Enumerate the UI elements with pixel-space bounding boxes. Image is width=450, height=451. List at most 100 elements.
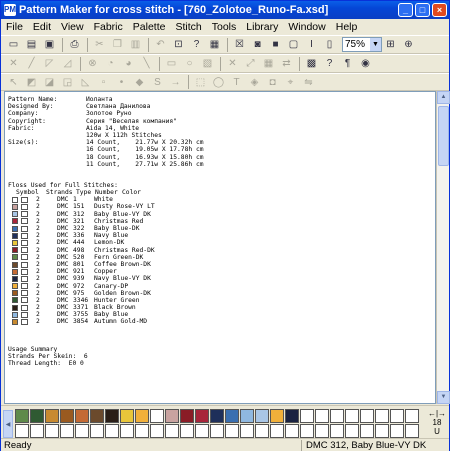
palette-swatch[interactable] — [105, 409, 119, 423]
palette-swatch[interactable] — [90, 409, 104, 423]
palette-swatch[interactable] — [75, 409, 89, 423]
maximize-button[interactable]: □ — [415, 3, 430, 17]
palette-swatch[interactable] — [150, 409, 164, 423]
show-colors-icon[interactable]: ■ — [267, 37, 284, 52]
line-box-icon[interactable]: ◩ — [23, 75, 40, 90]
menu-stitch[interactable]: Stitch — [170, 21, 206, 33]
cross-stitch-icon[interactable]: ✕ — [5, 56, 22, 71]
palette-swatch[interactable] — [225, 424, 239, 438]
backstitch-icon[interactable]: ╲ — [138, 56, 155, 71]
dot-icon[interactable]: • — [113, 75, 130, 90]
zoom-select[interactable]: 75% ▼ — [342, 37, 382, 52]
flip-icon[interactable]: ⇋ — [300, 75, 317, 90]
undo-icon[interactable]: ↶ — [152, 37, 169, 52]
palette-swatch[interactable] — [15, 409, 29, 423]
palette-swatch[interactable] — [360, 424, 374, 438]
menu-file[interactable]: File — [1, 21, 28, 33]
palette-swatch[interactable] — [390, 409, 404, 423]
save-icon[interactable]: ▣ — [41, 37, 58, 52]
color-picker-icon[interactable]: ◉ — [357, 56, 374, 71]
palette-swatch[interactable] — [255, 424, 269, 438]
palette-swatch[interactable] — [210, 409, 224, 423]
palette-swatch[interactable] — [390, 424, 404, 438]
menu-tools[interactable]: Tools — [207, 21, 242, 33]
half-stitch-icon[interactable]: ╱ — [23, 56, 40, 71]
menu-palette[interactable]: Palette — [128, 21, 171, 33]
palette-swatch[interactable] — [330, 409, 344, 423]
menu-library[interactable]: Library — [241, 21, 283, 33]
palette-swatch[interactable] — [90, 424, 104, 438]
palette-swatch[interactable] — [150, 424, 164, 438]
palette-swatch[interactable] — [285, 409, 299, 423]
text-cursor-icon[interactable]: I — [303, 37, 320, 52]
palette-swatch[interactable] — [120, 409, 134, 423]
palette-swatch[interactable] — [30, 424, 44, 438]
palette-swatch[interactable] — [330, 424, 344, 438]
fill-icon[interactable]: ▧ — [199, 56, 216, 71]
palette-swatch[interactable] — [195, 424, 209, 438]
floss-help-icon[interactable]: ? — [321, 56, 338, 71]
menu-edit[interactable]: Edit — [28, 21, 56, 33]
long-stitch-icon[interactable]: ⤢ — [242, 56, 259, 71]
palette-swatch[interactable] — [360, 409, 374, 423]
palette-swatch[interactable] — [60, 409, 74, 423]
new-file-icon[interactable]: ▭ — [5, 37, 22, 52]
corner-icon[interactable]: ◲ — [59, 75, 76, 90]
palette-swatch[interactable] — [180, 424, 194, 438]
scroll-thumb[interactable] — [438, 106, 449, 166]
palette-swatch[interactable] — [210, 424, 224, 438]
palette-icon[interactable]: ▦ — [206, 37, 223, 52]
palette-color-icon[interactable]: ▩ — [303, 56, 320, 71]
palette-swatch[interactable] — [375, 409, 389, 423]
palette-swatch[interactable] — [60, 424, 74, 438]
arrow-icon[interactable]: → — [167, 75, 184, 90]
selection-rect-icon[interactable]: ⬚ — [192, 75, 209, 90]
menu-fabric[interactable]: Fabric — [89, 21, 128, 33]
palette-swatch[interactable] — [165, 424, 179, 438]
palette-swatch[interactable] — [405, 409, 419, 423]
curve-icon[interactable]: S — [149, 75, 166, 90]
report-document[interactable]: Pattern Name: Иоланта Designed By: Светлана… — [4, 91, 436, 404]
palette-swatch[interactable] — [135, 409, 149, 423]
palette-swatch[interactable] — [15, 424, 29, 438]
palette-swatch[interactable] — [135, 424, 149, 438]
palette-swatch[interactable] — [225, 409, 239, 423]
document-view-icon[interactable]: ▯ — [321, 37, 338, 52]
title-bar[interactable]: PM Pattern Maker for cross stitch - [760… — [1, 1, 449, 19]
palette-swatch[interactable] — [315, 409, 329, 423]
symbol-icon[interactable]: ¶ — [339, 56, 356, 71]
palette-swatch[interactable] — [255, 409, 269, 423]
petite-stitch-icon[interactable]: ⊗ — [84, 56, 101, 71]
replace-icon[interactable]: ⇄ — [278, 56, 295, 71]
bead-icon[interactable]: ◕ — [120, 56, 137, 71]
palette-swatch[interactable] — [195, 409, 209, 423]
lasso-icon[interactable]: ◯ — [210, 75, 227, 90]
palette-swatch[interactable] — [300, 409, 314, 423]
palette-swatch[interactable] — [180, 409, 194, 423]
help-pointer-icon[interactable]: ? — [188, 37, 205, 52]
crop-icon[interactable]: ⊡ — [170, 37, 187, 52]
stamp-icon[interactable]: ◈ — [246, 75, 263, 90]
palette-swatch[interactable] — [375, 424, 389, 438]
palette-swatch[interactable] — [45, 424, 59, 438]
palette-swatch[interactable] — [270, 409, 284, 423]
cut-icon[interactable]: ✂ — [91, 37, 108, 52]
palette-scroll-icon[interactable]: ◀ — [3, 410, 13, 438]
show-blocks-icon[interactable]: ▢ — [285, 37, 302, 52]
palette-swatch[interactable] — [120, 424, 134, 438]
menu-window[interactable]: Window — [283, 21, 330, 33]
quarter-stitch-icon[interactable]: ◸ — [41, 56, 58, 71]
triangle-icon[interactable]: ◺ — [77, 75, 94, 90]
eyedropper-icon[interactable]: ⌖ — [282, 75, 299, 90]
zoom-in-icon[interactable]: ⊕ — [400, 37, 417, 52]
palette-swatch[interactable] — [165, 409, 179, 423]
grid-icon[interactable]: ▦ — [260, 56, 277, 71]
select-icon[interactable]: ↖ — [5, 75, 22, 90]
fill-rect-icon[interactable]: ▫ — [95, 75, 112, 90]
palette-swatch[interactable] — [240, 424, 254, 438]
show-color-symbols-icon[interactable]: ◙ — [249, 37, 266, 52]
paste-icon[interactable]: ▥ — [127, 37, 144, 52]
flood-icon[interactable]: ◘ — [264, 75, 281, 90]
palette-swatch[interactable] — [405, 424, 419, 438]
menu-help[interactable]: Help — [331, 21, 363, 33]
